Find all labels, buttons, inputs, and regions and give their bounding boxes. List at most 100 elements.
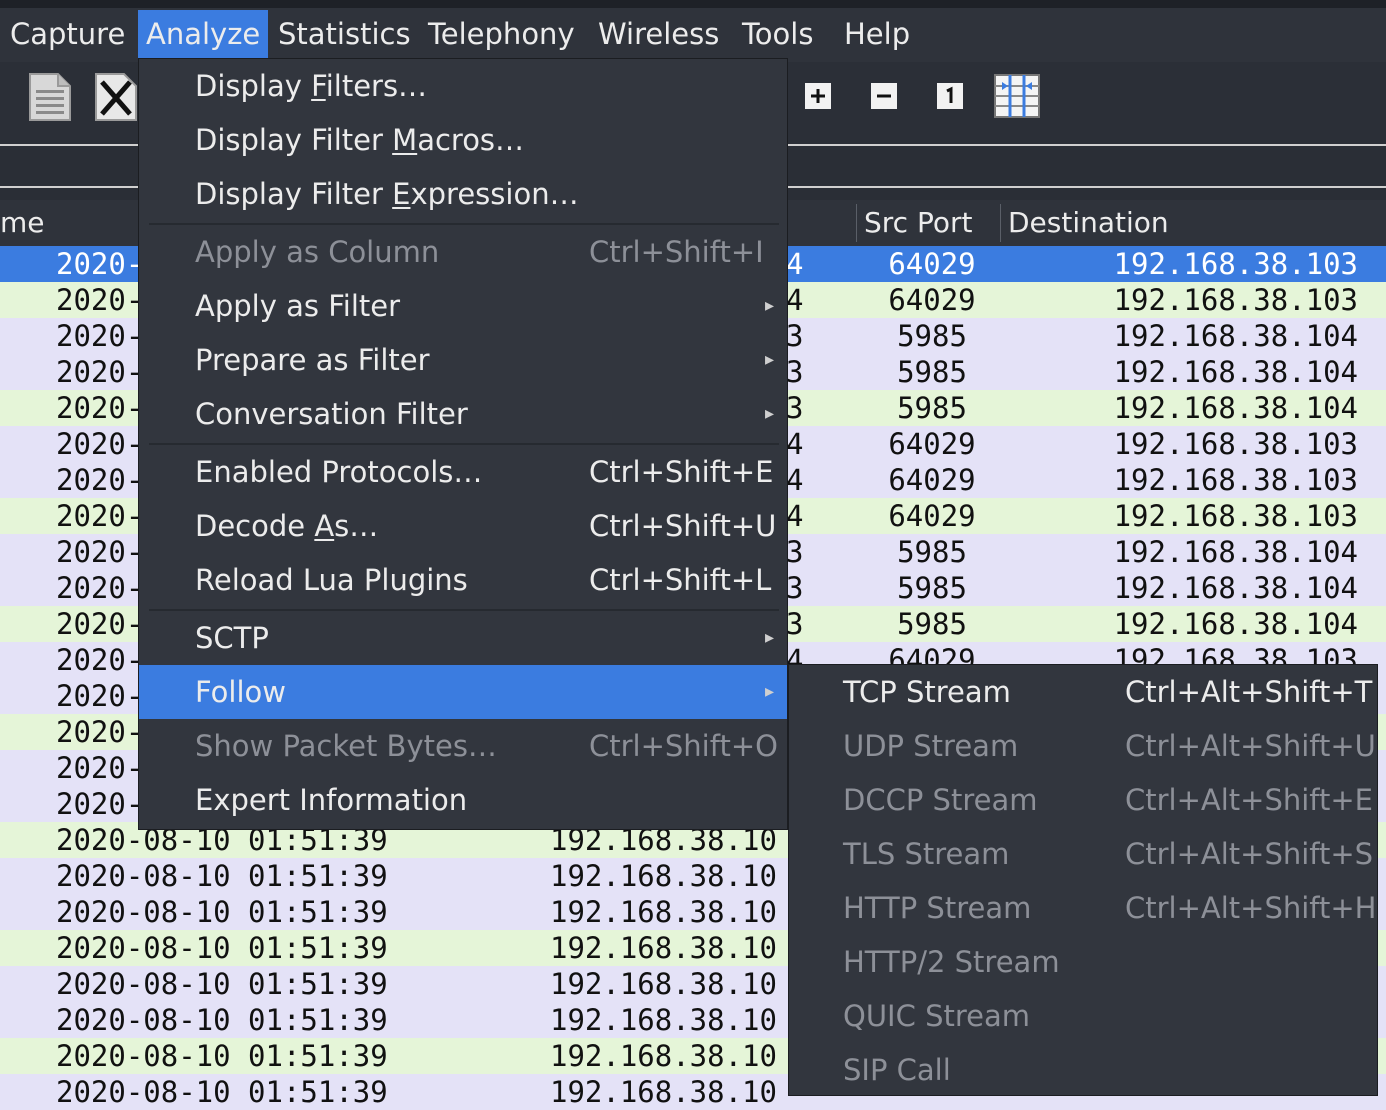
mnemonic-letter: E xyxy=(392,177,411,211)
menu-item-shortcut: Ctrl+Alt+Shift+E xyxy=(1125,783,1374,817)
cell-source: 3 xyxy=(786,391,804,425)
follow-item-tls-stream: TLS Stream Ctrl+Alt+Shift+S xyxy=(789,827,1377,881)
menu-tools[interactable]: Tools xyxy=(734,10,821,58)
cell-source: 4 xyxy=(786,247,804,281)
label-text: Prepare as Filter xyxy=(195,343,430,377)
menu-help[interactable]: Help xyxy=(836,10,918,58)
label-text: Reload Lua Plugins xyxy=(195,563,468,597)
menu-item-label: Display Filter Expression… xyxy=(195,167,579,221)
menu-item-label: Apply as Column xyxy=(195,225,439,279)
column-header-destination[interactable]: Destination xyxy=(1008,200,1169,246)
cell-source: 192.168.38.10 xyxy=(550,1075,777,1109)
menu-item-label: HTTP Stream xyxy=(843,891,1032,925)
menu-item-label: SCTP xyxy=(195,611,269,665)
column-divider[interactable] xyxy=(1000,204,1001,242)
cell-src-port: 5985 xyxy=(897,391,967,425)
submenu-arrow-icon: ▸ xyxy=(765,627,775,648)
cell-time: 2020- xyxy=(56,283,144,317)
menu-item-label: Prepare as Filter xyxy=(195,333,430,387)
cell-destination: 192.168.38.104 xyxy=(1113,571,1358,605)
analyze-menu: Display Filters… Display Filter Macros… Di… xyxy=(138,58,788,830)
close-file-icon[interactable] xyxy=(94,72,138,126)
menu-item-decode-as[interactable]: Decode As… Ctrl+Shift+U xyxy=(139,499,787,553)
label-text: s… xyxy=(334,509,379,543)
cell-time: 2020- xyxy=(56,355,144,389)
label-text: Conversation Filter xyxy=(195,397,468,431)
cell-source: 192.168.38.10 xyxy=(550,859,777,893)
menu-item-label: Enabled Protocols… xyxy=(195,445,482,499)
submenu-arrow-icon: ▸ xyxy=(765,681,775,702)
file-binary-icon[interactable] xyxy=(28,72,72,126)
menu-item-label: Display Filters… xyxy=(195,59,427,113)
menu-item-show-packet-bytes: Show Packet Bytes… Ctrl+Shift+O xyxy=(139,719,787,773)
cell-src-port: 64029 xyxy=(888,247,976,281)
menu-item-label: Display Filter Macros… xyxy=(195,113,524,167)
cell-source: 4 xyxy=(786,427,804,461)
menu-item-display-filters[interactable]: Display Filters… xyxy=(139,59,787,113)
cell-time: 2020- xyxy=(56,319,144,353)
menu-item-shortcut: Ctrl+Alt+Shift+H xyxy=(1125,891,1377,925)
cell-time: 2020- xyxy=(56,607,144,641)
label-text: acros… xyxy=(417,123,525,157)
cell-destination: 192.168.38.104 xyxy=(1113,535,1358,569)
menu-item-reload-lua-plugins[interactable]: Reload Lua Plugins Ctrl+Shift+L xyxy=(139,553,787,607)
menu-bar: Capture Analyze Statistics Telephony Wireles… xyxy=(0,0,1386,62)
cell-destination: 192.168.38.104 xyxy=(1113,607,1358,641)
menu-wireless[interactable]: Wireless xyxy=(590,10,727,58)
cell-time: 2020- xyxy=(56,787,144,821)
follow-item-tcp-stream[interactable]: TCP Stream Ctrl+Alt+Shift+T xyxy=(789,665,1377,719)
zoom-in-icon[interactable] xyxy=(804,82,832,114)
menu-item-sctp[interactable]: SCTP ▸ xyxy=(139,611,787,665)
label-text: ilters… xyxy=(325,69,428,103)
menu-analyze[interactable]: Analyze xyxy=(138,10,269,58)
menu-item-label: Conversation Filter xyxy=(195,387,468,441)
zoom-out-icon[interactable] xyxy=(870,82,898,114)
menu-item-follow[interactable]: Follow ▸ xyxy=(139,665,787,719)
column-divider[interactable] xyxy=(856,204,857,242)
cell-time: 2020-08-10 01:51:39 xyxy=(56,895,388,929)
menu-item-label: Reload Lua Plugins xyxy=(195,553,468,607)
cell-destination: 192.168.38.103 xyxy=(1113,427,1358,461)
menu-item-enabled-protocols[interactable]: Enabled Protocols… Ctrl+Shift+E xyxy=(139,445,787,499)
menu-item-apply-as-filter[interactable]: Apply as Filter ▸ xyxy=(139,279,787,333)
menu-item-expert-information[interactable]: Expert Information xyxy=(139,773,787,827)
menu-item-shortcut: Ctrl+Shift+L xyxy=(589,563,772,597)
cell-time: 2020- xyxy=(56,391,144,425)
cell-src-port: 5985 xyxy=(897,535,967,569)
cell-src-port: 64029 xyxy=(888,463,976,497)
label-text: xpression… xyxy=(410,177,579,211)
column-header-src-port[interactable]: Src Port xyxy=(864,200,972,246)
mnemonic-letter: F xyxy=(311,69,326,103)
cell-time: 2020-08-10 01:51:39 xyxy=(56,1003,388,1037)
cell-source: 3 xyxy=(786,355,804,389)
menu-item-label: Show Packet Bytes… xyxy=(195,719,497,773)
cell-time: 2020- xyxy=(56,679,144,713)
normal-size-icon[interactable] xyxy=(936,82,964,114)
title-strip xyxy=(0,0,1386,8)
cell-destination: 192.168.38.103 xyxy=(1113,463,1358,497)
resize-columns-icon[interactable] xyxy=(994,74,1040,122)
cell-source: 192.168.38.10 xyxy=(550,967,777,1001)
menu-capture[interactable]: Capture xyxy=(2,10,133,58)
mnemonic-letter: M xyxy=(392,123,418,157)
menu-item-shortcut: Ctrl+Shift+I xyxy=(589,235,764,269)
submenu-arrow-icon: ▸ xyxy=(765,295,775,316)
label-text: SCTP xyxy=(195,621,269,655)
menu-item-conversation-filter[interactable]: Conversation Filter ▸ xyxy=(139,387,787,441)
cell-src-port: 5985 xyxy=(897,355,967,389)
menu-item-prepare-as-filter[interactable]: Prepare as Filter ▸ xyxy=(139,333,787,387)
cell-time: 2020-08-10 01:51:39 xyxy=(56,931,388,965)
menu-statistics[interactable]: Statistics xyxy=(270,10,419,58)
menu-item-display-filter-expression[interactable]: Display Filter Expression… xyxy=(139,167,787,221)
cell-time: 2020- xyxy=(56,751,144,785)
menu-item-label: Expert Information xyxy=(195,773,467,827)
menu-telephony[interactable]: Telephony xyxy=(420,10,583,58)
label-text: Display Filter xyxy=(195,123,393,157)
cell-destination: 192.168.38.103 xyxy=(1113,247,1358,281)
cell-src-port: 64029 xyxy=(888,499,976,533)
follow-item-http-2-stream: HTTP/2 Stream xyxy=(789,935,1377,989)
column-header-time[interactable]: me xyxy=(0,200,45,246)
menu-item-display-filter-macros[interactable]: Display Filter Macros… xyxy=(139,113,787,167)
cell-time: 2020- xyxy=(56,247,144,281)
menu-item-shortcut: Ctrl+Alt+Shift+T xyxy=(1125,675,1373,709)
